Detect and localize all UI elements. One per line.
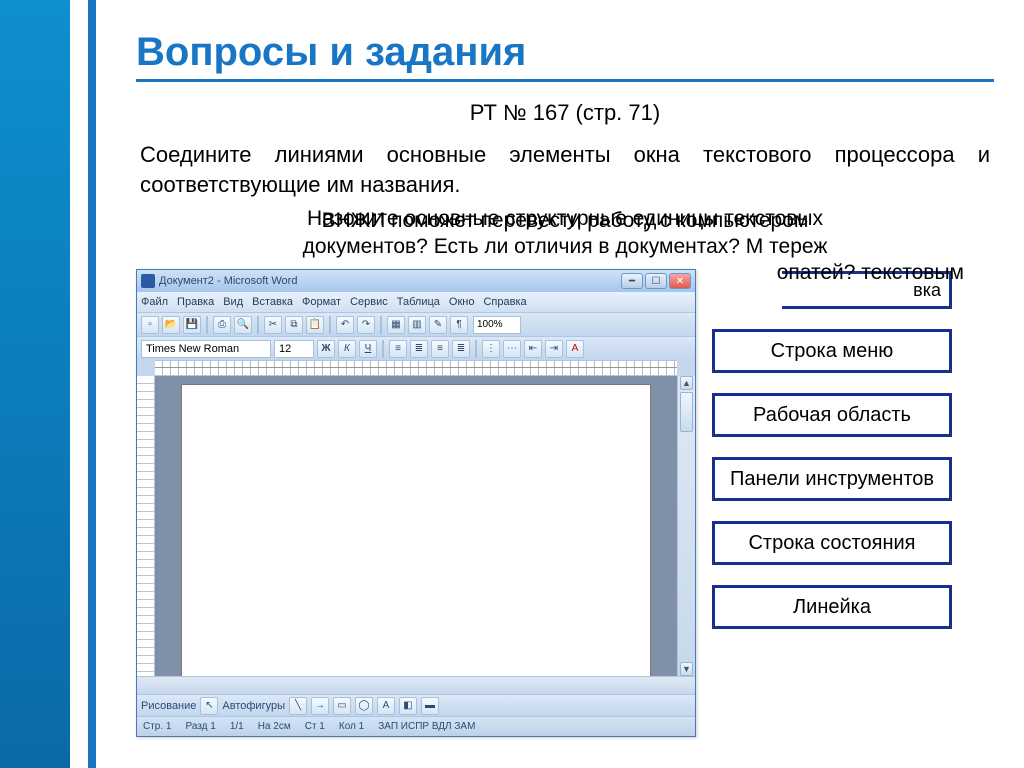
status-at: На 2см bbox=[258, 721, 291, 732]
menu-insert[interactable]: Вставка bbox=[252, 296, 293, 308]
justify-icon[interactable]: ≣ bbox=[452, 340, 470, 358]
indent-icon[interactable]: ⇥ bbox=[545, 340, 563, 358]
vertical-scrollbar[interactable]: ▲ ▼ bbox=[677, 376, 695, 676]
word-app-icon bbox=[141, 274, 155, 288]
rect-shape-icon[interactable]: ▭ bbox=[333, 697, 351, 715]
menu-edit[interactable]: Правка bbox=[177, 296, 214, 308]
label-workspace[interactable]: Рабочая область bbox=[712, 393, 952, 437]
document-area: ▲ ▼ bbox=[137, 376, 695, 676]
table-icon[interactable]: ▦ bbox=[387, 316, 405, 334]
standard-toolbar[interactable]: ▫ 📂 💾 ⎙ 🔍 ✂ ⧉ 📋 ↶ ↷ ▦ ▥ ✎ ¶ 100% bbox=[137, 312, 695, 336]
menu-format[interactable]: Формат bbox=[302, 296, 341, 308]
columns-icon[interactable]: ▥ bbox=[408, 316, 426, 334]
print-icon[interactable]: ⎙ bbox=[213, 316, 231, 334]
overlap-2: ВНЖИ поможет перевести работу с компьюте… bbox=[136, 207, 994, 234]
overlapped-text: Назовите основные структурные единицы те… bbox=[136, 205, 994, 269]
save-icon[interactable]: 💾 bbox=[183, 316, 201, 334]
maximize-button[interactable]: ☐ bbox=[645, 273, 667, 289]
pointer-icon[interactable]: ↖ bbox=[200, 697, 218, 715]
numbering-icon[interactable]: ⋯ bbox=[503, 340, 521, 358]
document-page[interactable] bbox=[181, 384, 651, 676]
line-color-icon[interactable]: ▬ bbox=[421, 697, 439, 715]
italic-icon[interactable]: К bbox=[338, 340, 356, 358]
arrow-shape-icon[interactable]: → bbox=[311, 697, 329, 715]
menu-help[interactable]: Справка bbox=[483, 296, 526, 308]
page-title: Вопросы и задания bbox=[136, 30, 994, 75]
preview-icon[interactable]: 🔍 bbox=[234, 316, 252, 334]
window-controls: ━ ☐ ✕ bbox=[621, 273, 691, 289]
status-bar: Стр. 1 Разд 1 1/1 На 2см Ст 1 Кол 1 ЗАП … bbox=[137, 716, 695, 736]
status-page: Стр. 1 bbox=[143, 721, 171, 732]
scroll-up-icon[interactable]: ▲ bbox=[680, 376, 693, 390]
slide-content: Вопросы и задания РТ № 167 (стр. 71) Сое… bbox=[96, 0, 1024, 768]
menu-tools[interactable]: Сервис bbox=[350, 296, 388, 308]
status-section: Разд 1 bbox=[185, 721, 215, 732]
paragraph-icon[interactable]: ¶ bbox=[450, 316, 468, 334]
scroll-down-icon[interactable]: ▼ bbox=[680, 662, 693, 676]
status-modes: ЗАП ИСПР ВДЛ ЗАМ bbox=[378, 721, 475, 732]
labels-column: вка Строка меню Рабочая область Панели и… bbox=[712, 269, 952, 629]
cut-icon[interactable]: ✂ bbox=[264, 316, 282, 334]
horizontal-ruler[interactable] bbox=[155, 360, 677, 376]
new-icon[interactable]: ▫ bbox=[141, 316, 159, 334]
overlap-4: опатей? текстовым bbox=[777, 259, 964, 286]
fill-color-icon[interactable]: ◧ bbox=[399, 697, 417, 715]
zoom-field[interactable]: 100% bbox=[473, 316, 521, 334]
instruction-text: Соедините линиями основные элементы окна… bbox=[136, 140, 994, 199]
oval-shape-icon[interactable]: ◯ bbox=[355, 697, 373, 715]
label-status-bar[interactable]: Строка состояния bbox=[712, 521, 952, 565]
paste-icon[interactable]: 📋 bbox=[306, 316, 324, 334]
accent-line bbox=[88, 0, 96, 768]
menu-window[interactable]: Окно bbox=[449, 296, 475, 308]
window-title: Документ2 - Microsoft Word bbox=[159, 275, 297, 287]
open-icon[interactable]: 📂 bbox=[162, 316, 180, 334]
formatting-toolbar[interactable]: Times New Roman 12 Ж К Ч ≡ ≣ ≡ ≣ ⋮ ⋯ ⇤ ⇥… bbox=[137, 336, 695, 360]
scrollbar-thumb[interactable] bbox=[680, 392, 693, 432]
line-shape-icon[interactable]: ╲ bbox=[289, 697, 307, 715]
align-center-icon[interactable]: ≣ bbox=[410, 340, 428, 358]
menu-view[interactable]: Вид bbox=[223, 296, 243, 308]
drawing-icon[interactable]: ✎ bbox=[429, 316, 447, 334]
status-pages: 1/1 bbox=[230, 721, 244, 732]
textbox-icon[interactable]: A bbox=[377, 697, 395, 715]
menu-file[interactable]: Файл bbox=[141, 296, 168, 308]
menu-table[interactable]: Таблица bbox=[397, 296, 440, 308]
bold-icon[interactable]: Ж bbox=[317, 340, 335, 358]
align-left-icon[interactable]: ≡ bbox=[389, 340, 407, 358]
font-size-field[interactable]: 12 bbox=[274, 340, 314, 358]
font-name-field[interactable]: Times New Roman bbox=[141, 340, 271, 358]
accent-gap bbox=[70, 0, 88, 768]
title-underline bbox=[136, 79, 994, 82]
redo-icon[interactable]: ↷ bbox=[357, 316, 375, 334]
menu-bar[interactable]: Файл Правка Вид Вставка Формат Сервис Та… bbox=[137, 292, 695, 312]
label-menu-bar[interactable]: Строка меню bbox=[712, 329, 952, 373]
undo-icon[interactable]: ↶ bbox=[336, 316, 354, 334]
underline-icon[interactable]: Ч bbox=[359, 340, 377, 358]
label-toolbars[interactable]: Панели инструментов bbox=[712, 457, 952, 501]
overlap-3: документов? Есть ли отличия в документах… bbox=[136, 233, 994, 260]
autoshapes-dropdown[interactable]: Автофигуры bbox=[222, 700, 285, 712]
label-ruler[interactable]: Линейка bbox=[712, 585, 952, 629]
font-color-icon[interactable]: A bbox=[566, 340, 584, 358]
copy-icon[interactable]: ⧉ bbox=[285, 316, 303, 334]
outdent-icon[interactable]: ⇤ bbox=[524, 340, 542, 358]
close-button[interactable]: ✕ bbox=[669, 273, 691, 289]
drawing-toolbar[interactable]: Рисование ↖ Автофигуры ╲ → ▭ ◯ A ◧ ▬ bbox=[137, 694, 695, 716]
status-col: Кол 1 bbox=[339, 721, 364, 732]
minimize-button[interactable]: ━ bbox=[621, 273, 643, 289]
align-right-icon[interactable]: ≡ bbox=[431, 340, 449, 358]
titlebar[interactable]: Документ2 - Microsoft Word ━ ☐ ✕ bbox=[137, 270, 695, 292]
horizontal-scrollbar[interactable] bbox=[137, 676, 695, 694]
vertical-ruler[interactable] bbox=[137, 376, 155, 676]
accent-bar bbox=[0, 0, 70, 768]
bullets-icon[interactable]: ⋮ bbox=[482, 340, 500, 358]
reference-text: РТ № 167 (стр. 71) bbox=[136, 100, 994, 126]
word-window: Документ2 - Microsoft Word ━ ☐ ✕ Файл Пр… bbox=[136, 269, 696, 737]
drawing-label[interactable]: Рисование bbox=[141, 700, 196, 712]
status-line: Ст 1 bbox=[305, 721, 325, 732]
